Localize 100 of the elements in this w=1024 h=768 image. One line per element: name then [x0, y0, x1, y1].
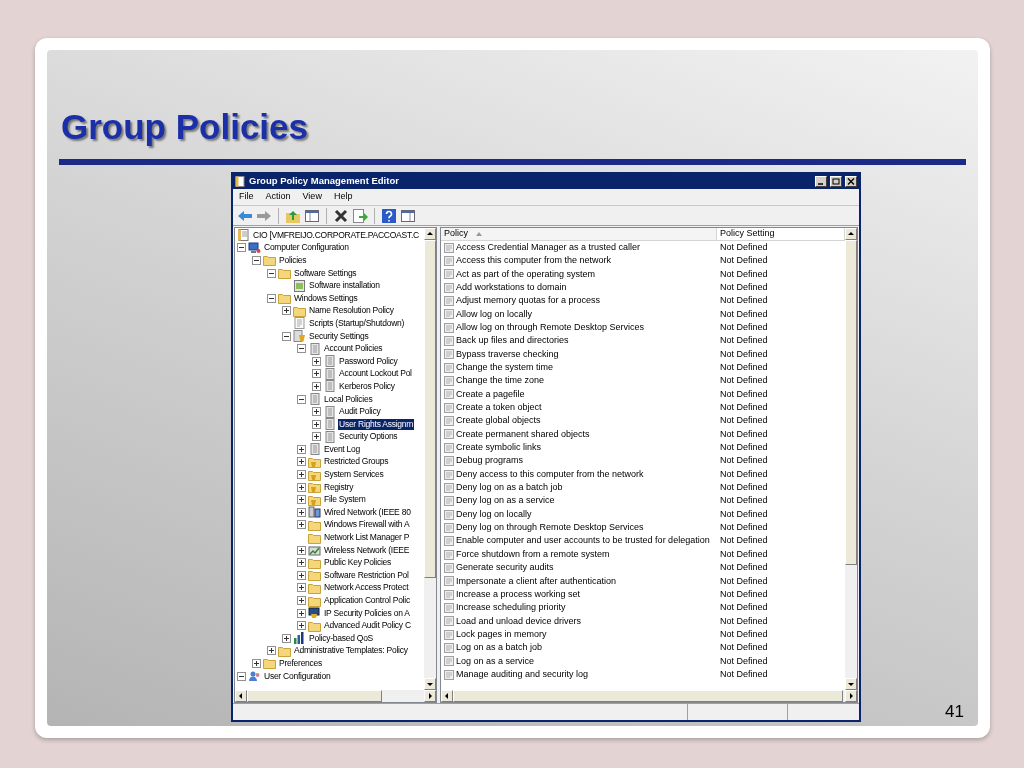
expand-icon[interactable]	[297, 470, 306, 480]
expand-icon[interactable]	[312, 356, 321, 366]
vertical-scrollbar[interactable]	[845, 228, 857, 690]
scroll-up-button[interactable]	[424, 228, 436, 240]
collapse-icon[interactable]	[252, 256, 261, 265]
tree-item[interactable]: Audit Policy	[338, 406, 382, 418]
tree-item[interactable]: CIO [VMFREIJO.CORPORATE.PACCOAST.C	[252, 229, 420, 241]
tree-item[interactable]: Software Restriction Pol	[323, 569, 410, 581]
tree-item[interactable]: System Services	[323, 469, 385, 481]
tree-item[interactable]: Network List Manager P	[323, 532, 411, 544]
scrollbar-thumb[interactable]	[247, 690, 382, 702]
tree-item[interactable]: Software installation	[308, 280, 381, 292]
expand-icon[interactable]	[297, 596, 306, 605]
minimize-button[interactable]	[815, 176, 827, 187]
tree-item[interactable]: Advanced Audit Policy C	[323, 620, 412, 632]
tree-item[interactable]: Restricted Groups	[323, 456, 390, 468]
expand-icon[interactable]	[297, 608, 306, 618]
delete-icon[interactable]	[333, 207, 349, 224]
tree-item[interactable]: Application Control Polic	[323, 595, 411, 606]
tree-item[interactable]: Name Resolution Policy	[308, 305, 395, 317]
menu-item[interactable]: Help	[333, 190, 353, 204]
expand-icon[interactable]	[297, 583, 306, 593]
expand-icon[interactable]	[312, 419, 321, 429]
tree-item[interactable]: Event Log	[323, 443, 362, 455]
expand-icon[interactable]	[297, 545, 306, 555]
tree-item[interactable]: Security Options	[338, 431, 399, 443]
help-icon[interactable]	[381, 207, 397, 224]
expand-icon[interactable]	[282, 633, 291, 643]
folder-icon	[308, 518, 321, 531]
tree-item[interactable]: Network Access Protect	[323, 582, 410, 594]
expand-icon[interactable]	[297, 495, 306, 505]
scrollbar-thumb[interactable]	[845, 240, 857, 565]
collapse-icon[interactable]	[237, 243, 246, 253]
scroll-right-button[interactable]	[845, 690, 857, 702]
tree-item[interactable]: Public Key Policies	[323, 557, 393, 569]
tree-item[interactable]: Account Lockout Pol	[338, 368, 413, 380]
table-cell-text: Not Defined	[719, 441, 768, 455]
table-cell-text: Not Defined	[719, 387, 768, 401]
expand-icon[interactable]	[312, 432, 321, 442]
expand-icon[interactable]	[297, 558, 306, 568]
scrollbar-thumb[interactable]	[424, 240, 436, 578]
console-tree-icon[interactable]	[304, 207, 320, 224]
expand-icon[interactable]	[312, 407, 321, 417]
expand-icon[interactable]	[297, 520, 306, 530]
collapse-icon[interactable]	[297, 394, 306, 404]
expand-icon[interactable]	[297, 457, 306, 467]
tree-item[interactable]: User Rights Assignm	[338, 418, 415, 430]
collapse-icon[interactable]	[297, 344, 306, 354]
expand-icon[interactable]	[297, 444, 306, 454]
action-pane-icon[interactable]	[400, 207, 416, 224]
scroll-down-button[interactable]	[424, 678, 436, 690]
column-header[interactable]: Policy Setting	[717, 228, 845, 240]
collapse-icon[interactable]	[267, 268, 276, 278]
column-header[interactable]: Policy	[441, 228, 717, 240]
expand-icon[interactable]	[282, 306, 291, 316]
collapse-icon[interactable]	[267, 293, 276, 303]
scroll-down-button[interactable]	[845, 678, 857, 690]
menu-item[interactable]: File	[239, 190, 254, 204]
tree-item[interactable]: Kerberos Policy	[338, 380, 396, 392]
folder-icon	[308, 619, 321, 632]
menu-item[interactable]: View	[302, 190, 322, 204]
maximize-button[interactable]	[830, 176, 842, 187]
tree-item[interactable]: Scripts (Startup/Shutdown)	[308, 317, 406, 329]
tree-item[interactable]: Administrative Templates: Policy	[293, 645, 409, 657]
tree-item[interactable]: IP Security Policies on A	[323, 607, 411, 619]
scroll-right-button[interactable]	[424, 690, 436, 702]
tree-item[interactable]: Wired Network (IEEE 80	[323, 506, 412, 518]
close-button[interactable]	[845, 176, 857, 187]
sort-ascending-icon	[476, 232, 482, 236]
tree-item[interactable]: Preferences	[278, 658, 324, 669]
tree-item[interactable]: User Configuration	[263, 670, 332, 682]
tree-item[interactable]: Policy-based QoS	[308, 632, 375, 644]
scroll-left-button[interactable]	[235, 690, 247, 702]
tree-item[interactable]: Password Policy	[338, 355, 399, 367]
expand-icon[interactable]	[312, 381, 321, 391]
tree-item[interactable]: Wireless Network (IEEE	[323, 544, 411, 556]
tree-item[interactable]: Computer Configuration	[263, 242, 350, 254]
tree-item[interactable]: Windows Settings	[293, 292, 359, 304]
tree-item[interactable]: Local Policies	[323, 393, 374, 405]
tree-item[interactable]: Registry	[323, 481, 355, 493]
expand-icon[interactable]	[297, 507, 306, 517]
expand-icon[interactable]	[267, 646, 276, 656]
expand-icon[interactable]	[297, 570, 306, 580]
horizontal-scrollbar[interactable]	[235, 690, 436, 702]
expand-icon[interactable]	[297, 482, 306, 492]
collapse-icon[interactable]	[237, 671, 246, 681]
tree-item[interactable]: Security Settings	[308, 330, 370, 342]
expand-icon[interactable]	[252, 659, 261, 668]
tree-item[interactable]: Account Policies	[323, 343, 384, 355]
scroll-up-button[interactable]	[845, 228, 857, 240]
expand-icon[interactable]	[297, 621, 306, 631]
menu-item[interactable]: Action	[265, 190, 291, 204]
vertical-scrollbar[interactable]	[424, 228, 436, 690]
collapse-icon[interactable]	[282, 331, 291, 341]
tree-item[interactable]: File System	[323, 494, 367, 506]
tree-item[interactable]: Policies	[278, 255, 308, 266]
tree-item[interactable]: Windows Firewall with A	[323, 519, 411, 531]
scroll-left-button[interactable]	[441, 690, 453, 702]
expand-icon[interactable]	[312, 369, 321, 379]
tree-item[interactable]: Software Settings	[293, 267, 358, 279]
